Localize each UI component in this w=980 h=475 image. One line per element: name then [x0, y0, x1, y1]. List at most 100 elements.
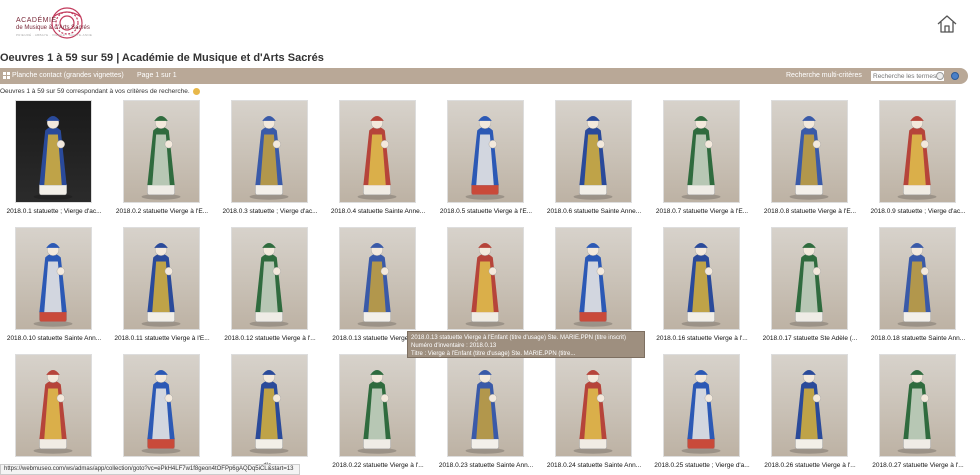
logo-line-2: de Musique & d'Arts Sacrés — [16, 25, 90, 31]
statuette-thumbnail[interactable] — [339, 354, 416, 457]
statuette-image-icon — [465, 242, 505, 327]
statuette-thumbnail[interactable] — [663, 227, 740, 330]
home-icon[interactable] — [936, 14, 958, 34]
academy-logo[interactable]: ACADÉMIE de Musique & d'Arts Sacrés PRIE… — [8, 3, 98, 43]
statuette-thumbnail[interactable] — [339, 100, 416, 203]
statuette-thumbnail[interactable] — [123, 227, 200, 330]
collection-item — [432, 223, 540, 348]
statuette-thumbnail[interactable] — [771, 100, 848, 203]
collection-item: 2018.0.8 statuette Vierge à l'E... — [756, 96, 864, 221]
collection-item: 2018.0.2 statuette Vierge à l'E... — [108, 96, 216, 221]
view-mode-selector[interactable]: Planche contact (grandes vignettes) — [3, 72, 124, 79]
item-caption[interactable]: 2018.0.23 statuette Sainte Ann... — [432, 462, 540, 469]
statuette-thumbnail[interactable] — [771, 354, 848, 457]
item-caption[interactable]: 2018.0.16 statuette Vierge à l'... — [648, 335, 756, 342]
item-caption[interactable]: 2018.0.9 statuette ; Vierge d'ac... — [864, 208, 972, 215]
statuette-thumbnail[interactable] — [123, 100, 200, 203]
collection-item: 2018.0.22 statuette Vierge à l'... — [324, 350, 432, 475]
statuette-thumbnail[interactable] — [15, 354, 92, 457]
collection-item: 2018.0.11 statuette Vierge à l'E... — [108, 223, 216, 348]
collection-item: 2018.0.5 statuette Vierge à l'E... — [432, 96, 540, 221]
item-caption[interactable]: 2018.0.18 statuette Sainte Ann... — [864, 335, 972, 342]
search-options-icon[interactable] — [936, 72, 944, 80]
page-indicator: Page 1 sur 1 — [137, 72, 177, 79]
statuette-image-icon — [33, 115, 73, 200]
collection-item — [0, 350, 108, 475]
collection-item — [540, 223, 648, 348]
statuette-thumbnail[interactable] — [231, 354, 308, 457]
statuette-thumbnail[interactable] — [447, 100, 524, 203]
statuette-image-icon — [33, 242, 73, 327]
results-summary: Oeuvres 1 à 59 sur 59 correspondant à vo… — [0, 88, 200, 95]
statuette-image-icon — [681, 115, 721, 200]
statuette-image-icon — [573, 115, 613, 200]
collection-item: 2018.0.9 statuette ; Vierge d'ac... — [864, 96, 972, 221]
statuette-thumbnail[interactable] — [231, 100, 308, 203]
statuette-thumbnail[interactable] — [15, 227, 92, 330]
page-title: Oeuvres 1 à 59 sur 59 | Académie de Musi… — [0, 52, 324, 64]
statuette-thumbnail[interactable] — [879, 227, 956, 330]
view-mode-label: Planche contact (grandes vignettes) — [12, 72, 124, 79]
tooltip-inventory: Numéro d'inventaire : 2018.0.13 — [411, 343, 497, 349]
statuette-thumbnail[interactable] — [663, 354, 740, 457]
item-caption[interactable]: 2018.0.7 statuette Vierge à l'E... — [648, 208, 756, 215]
item-caption[interactable]: 2018.0.10 statuette Sainte Ann... — [0, 335, 108, 342]
collection-item: 2018.0.24 statuette Sainte Ann... — [540, 350, 648, 475]
item-caption[interactable]: 2018.0.25 statuette ; Vierge d'a... — [648, 462, 756, 469]
statuette-image-icon — [357, 242, 397, 327]
statuette-image-icon — [573, 369, 613, 454]
collection-item: 2018.0.6 statuette Sainte Anne... — [540, 96, 648, 221]
item-caption[interactable]: 2018.0.3 statuette ; Vierge d'ac... — [216, 208, 324, 215]
statuette-image-icon — [141, 115, 181, 200]
statuette-thumbnail[interactable] — [15, 100, 92, 203]
collection-item: 2018.0.18 statuette Sainte Ann... — [864, 223, 972, 348]
logo-line-3: PRIEURÉ · ABBAYE · VIERGE · SAINTE-ANNE — [16, 33, 93, 37]
collection-item: 2018.0.13 statuette Vierge à l'... — [324, 223, 432, 348]
item-caption[interactable]: 2018.0.27 statuette Vierge à l'... — [864, 462, 972, 469]
statuette-thumbnail[interactable] — [879, 100, 956, 203]
statuette-thumbnail[interactable] — [663, 100, 740, 203]
statuette-image-icon — [897, 115, 937, 200]
collection-item — [108, 350, 216, 475]
statuette-image-icon — [141, 369, 181, 454]
statuette-thumbnail[interactable] — [879, 354, 956, 457]
item-caption[interactable]: 2018.0.12 statuette Vierge à l'... — [216, 335, 324, 342]
item-caption[interactable]: 2018.0.24 statuette Sainte Ann... — [540, 462, 648, 469]
item-caption[interactable]: 2018.0.26 statuette Vierge à l'... — [756, 462, 864, 469]
search-input[interactable] — [871, 71, 944, 81]
item-caption[interactable]: 2018.0.11 statuette Vierge à l'E... — [108, 335, 216, 342]
item-caption[interactable]: 2018.0.22 statuette Vierge à l'... — [324, 462, 432, 469]
item-caption[interactable]: 2018.0.8 statuette Vierge à l'E... — [756, 208, 864, 215]
statuette-thumbnail[interactable] — [771, 227, 848, 330]
item-caption[interactable]: 2018.0.2 statuette Vierge à l'E... — [108, 208, 216, 215]
statuette-image-icon — [249, 115, 289, 200]
statuette-thumbnail[interactable] — [339, 227, 416, 330]
tooltip-title: 2018.0.13 statuette Vierge à l'Enfant (t… — [411, 335, 626, 341]
item-caption[interactable]: 2018.0.5 statuette Vierge à l'E... — [432, 208, 540, 215]
grid-view-icon — [3, 72, 10, 79]
collection-item: d'a... — [216, 350, 324, 475]
multi-criteria-search-link[interactable]: Recherche multi-critères — [786, 72, 862, 79]
results-summary-text: Oeuvres 1 à 59 sur 59 correspondant à vo… — [0, 88, 190, 95]
item-caption[interactable]: 2018.0.1 statuette ; Vierge d'ac... — [0, 208, 108, 215]
statuette-image-icon — [789, 242, 829, 327]
statuette-thumbnail[interactable] — [447, 227, 524, 330]
logo-emblem-icon — [51, 7, 83, 39]
statuette-thumbnail[interactable] — [555, 100, 632, 203]
statuette-thumbnail[interactable] — [555, 354, 632, 457]
item-caption[interactable]: 2018.0.6 statuette Sainte Anne... — [540, 208, 648, 215]
statuette-thumbnail[interactable] — [231, 227, 308, 330]
collection-item: 2018.0.4 statuette Sainte Anne... — [324, 96, 432, 221]
statuette-image-icon — [789, 369, 829, 454]
statuette-image-icon — [249, 369, 289, 454]
statuette-thumbnail[interactable] — [447, 354, 524, 457]
item-caption[interactable]: 2018.0.4 statuette Sainte Anne... — [324, 208, 432, 215]
search-submit-icon[interactable] — [951, 72, 959, 80]
item-caption[interactable]: 2018.0.17 statuette Ste Adèle (... — [756, 335, 864, 342]
rss-feed-icon[interactable] — [192, 88, 200, 95]
collection-item: 2018.0.23 statuette Sainte Ann... — [432, 350, 540, 475]
collection-item: 2018.0.16 statuette Vierge à l'... — [648, 223, 756, 348]
statuette-thumbnail[interactable] — [123, 354, 200, 457]
statuette-thumbnail[interactable] — [555, 227, 632, 330]
statuette-image-icon — [141, 242, 181, 327]
